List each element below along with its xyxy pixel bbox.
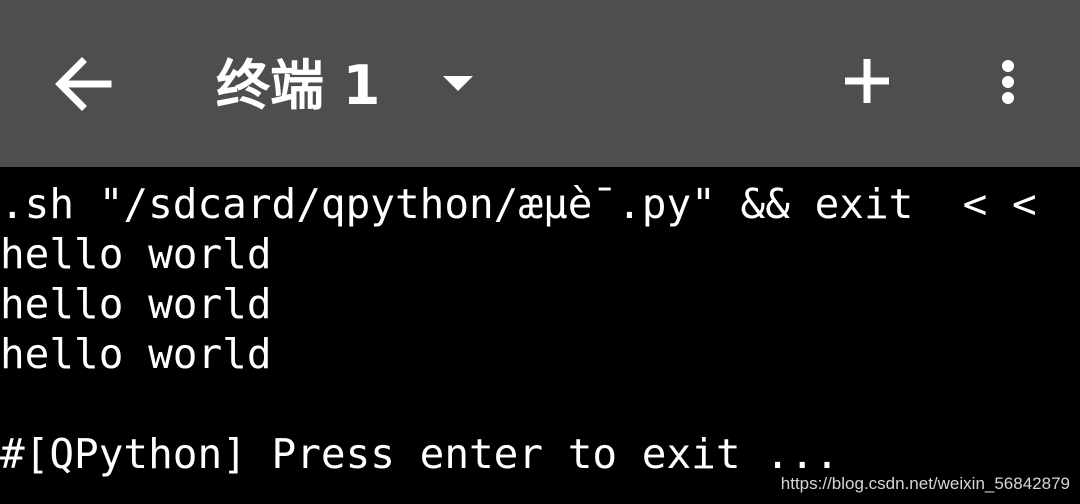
new-session-button[interactable]	[832, 46, 902, 116]
more-vertical-icon	[1002, 60, 1014, 104]
session-title[interactable]: 终端 1	[216, 46, 380, 126]
overflow-menu-button[interactable]	[980, 44, 1036, 124]
terminal-line: .sh "/sdcard/qpython/æµè¯.py" && exit < …	[0, 180, 1037, 228]
back-button[interactable]	[44, 44, 124, 124]
terminal-line: #[QPython] Press enter to exit ...	[0, 430, 840, 478]
session-dropdown-button[interactable]	[430, 54, 486, 110]
terminal-line: hello world	[0, 280, 272, 328]
caret-down-icon	[443, 76, 473, 91]
terminal-line: hello world	[0, 230, 272, 278]
watermark: https://blog.csdn.net/weixin_56842879	[780, 474, 1070, 493]
app-toolbar: 终端 1	[0, 0, 1080, 167]
arrow-left-icon	[55, 57, 112, 111]
plus-icon	[845, 59, 889, 103]
terminal-output[interactable]: .sh "/sdcard/qpython/æµè¯.py" && exit < …	[0, 167, 1080, 504]
terminal-line: hello world	[0, 330, 272, 378]
